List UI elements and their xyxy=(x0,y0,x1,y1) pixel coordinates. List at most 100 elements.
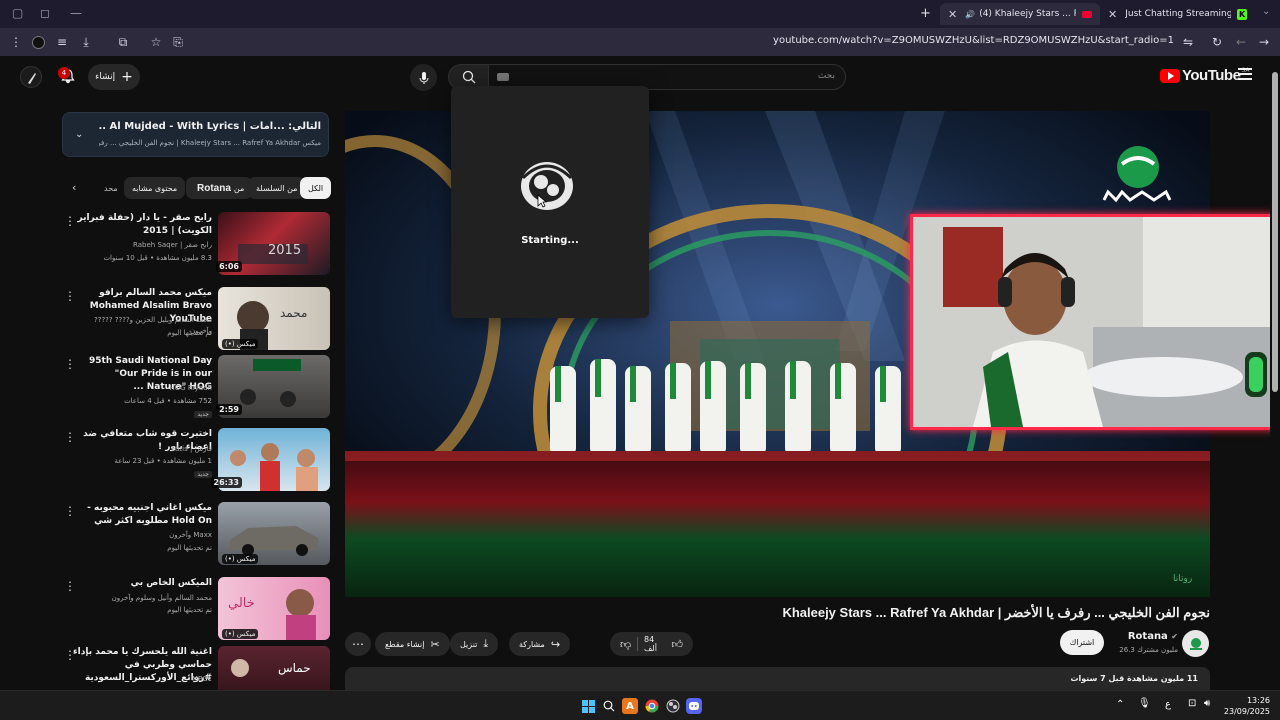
page-scrollbar[interactable] xyxy=(1270,58,1280,698)
close-tab-icon[interactable]: ✕ xyxy=(948,8,957,21)
input-language[interactable]: ع xyxy=(1165,699,1171,710)
microphone-icon xyxy=(419,71,428,84)
create-label: إنشاء xyxy=(95,72,116,82)
channel-avatar[interactable] xyxy=(1182,630,1209,657)
obs-icon[interactable] xyxy=(665,698,681,714)
chip-more[interactable]: محد xyxy=(96,177,126,199)
scrollbar-thumb[interactable] xyxy=(1272,72,1278,392)
channel-name[interactable]: فارس | Faris xyxy=(72,444,212,455)
channel-name[interactable]: MBC1 xyxy=(72,674,212,685)
address-bar-url[interactable]: youtube.com/watch?v=Z9OMUSWZHzU&list=RDZ… xyxy=(773,35,1174,46)
avatar[interactable] xyxy=(20,66,42,88)
playlist-subtitle: ميكس Khaleejy Stars ... Rafref Ya Akhdar… xyxy=(99,139,321,147)
kick-favicon-icon: K xyxy=(1237,8,1247,20)
video-thumbnail[interactable]: حماس xyxy=(218,646,330,690)
extensions-icon[interactable]: ⧉ xyxy=(115,34,131,50)
youtube-logo[interactable]: YouTube SA xyxy=(1160,67,1249,84)
channel-name[interactable]: HOG Riyadh xyxy=(72,383,212,394)
like-icon[interactable]: 👍︎ xyxy=(672,638,684,651)
download-button[interactable]: تنزيل ⤓ xyxy=(450,632,499,656)
subscribe-button[interactable]: اشتراك xyxy=(1060,630,1104,655)
chip-similar[interactable]: محتوى مشابه xyxy=(124,177,186,199)
channel-name[interactable]: Maxx وآخرون xyxy=(72,530,212,541)
minimize-window-icon[interactable]: ▢ xyxy=(12,6,23,20)
clock-time: 13:26 xyxy=(1246,696,1270,705)
channel-name[interactable]: رابح صقر | Rabeh Saqer xyxy=(72,240,212,251)
create-button[interactable]: إنشاء + xyxy=(88,64,140,90)
like-count[interactable]: 84 ألف xyxy=(644,635,665,653)
chevron-left-icon[interactable]: ‹ xyxy=(72,181,76,194)
app-icon-a[interactable]: A xyxy=(622,698,638,714)
discord-icon[interactable] xyxy=(686,698,702,714)
keyboard-icon[interactable] xyxy=(497,73,509,81)
more-menu-icon[interactable]: ⋮ xyxy=(8,34,24,50)
microphone-tray-icon[interactable]: 🎙︎ xyxy=(1138,698,1151,709)
new-tab-icon[interactable]: + xyxy=(920,6,931,21)
video-meta: 752 مشاهدة • قبل 4 ساعات xyxy=(124,397,212,405)
mouse-cursor-icon xyxy=(537,194,547,208)
dislike-icon[interactable]: 👎︎ xyxy=(620,638,631,651)
channel-name-text: Rotana xyxy=(1127,631,1168,642)
volume-icon[interactable]: 🔊︎ xyxy=(1204,698,1210,709)
downloads-icon[interactable]: ⤓ xyxy=(78,34,94,50)
windows-start-icon[interactable] xyxy=(580,698,596,714)
taskbar-search-icon[interactable] xyxy=(601,698,617,714)
search-placeholder: بحث xyxy=(817,71,835,81)
reading-list-icon[interactable]: ≡ xyxy=(54,34,70,50)
hamburger-menu-icon[interactable] xyxy=(1238,68,1252,80)
close-tab-icon[interactable]: ✕ xyxy=(1108,8,1117,21)
tab-kick[interactable]: ✕ Just Chatting Streaming - Live S K xyxy=(1100,3,1255,25)
channel-name[interactable]: Rotana ✔ xyxy=(1128,631,1178,642)
list-item[interactable]: ⋮ اختبرت قوه شاب متعافي ضد اعضاء باور ! … xyxy=(60,428,330,494)
tab-youtube[interactable]: ✕ 🔊 (4) Khaleejy Stars ... Rafref Y xyxy=(940,3,1100,25)
video-title-heading: نجوم الفن الخليجي ... رفرف يا الأخضر | K… xyxy=(782,605,1210,620)
share-button[interactable]: مشاركة ↪ xyxy=(509,632,571,656)
window-menu-icon[interactable]: — xyxy=(70,6,82,20)
list-item[interactable]: ⋮ ميكس محمد السالم برافو Mohamed Alsalim… xyxy=(60,287,330,353)
list-item[interactable]: ⋮ 95th Saudi National Day "Our Pride is … xyxy=(60,355,330,421)
chip-from-rotana[interactable]: Rotana من xyxy=(186,177,253,199)
tab-label: Just Chatting Streaming - Live S xyxy=(1125,9,1232,19)
video-title[interactable]: رابح صقر - يا دار (حفلة فبراير الكويت) |… xyxy=(72,212,212,238)
bookmark-star-icon[interactable]: ☆ xyxy=(148,34,164,50)
duration-badge: 2:59 xyxy=(216,404,242,415)
clip-button[interactable]: إنشاء مقطع ✂ xyxy=(375,632,450,656)
list-item[interactable]: ⋮ ميكس اغاني اجنبيه محبوبه - Hold On مطل… xyxy=(60,502,330,568)
voice-search-button[interactable] xyxy=(410,64,437,91)
chip-all[interactable]: الكل xyxy=(300,177,332,199)
site-settings-icon[interactable]: ⇋ xyxy=(1180,34,1196,50)
restore-window-icon[interactable]: ◻ xyxy=(40,6,50,20)
channel-name[interactable]: محمد السالم وأنيل وسلوم وآخرون xyxy=(72,593,212,604)
system-clock[interactable]: 13:26 23/09/2025 xyxy=(1224,695,1270,717)
list-item[interactable]: ⋮ رابح صقر - يا دار (حفلة فبراير الكويت)… xyxy=(60,212,330,278)
install-app-icon[interactable]: ⎘ xyxy=(170,34,186,50)
video-title[interactable]: ميكس اغاني اجنبيه محبوبه - Hold On مطلوب… xyxy=(72,502,212,528)
chip-from-series[interactable]: من السلسلة xyxy=(248,177,306,199)
like-dislike-group: 👎︎ 84 ألف 👍︎ xyxy=(610,632,693,656)
back-icon[interactable]: → xyxy=(1256,34,1272,50)
network-icon[interactable]: ⊡ xyxy=(1188,698,1196,709)
svg-text:حماس: حماس xyxy=(278,661,311,676)
list-item[interactable]: ⋮ اغنية الله يلحسرك يا محمد بإداء حماسي … xyxy=(60,646,330,690)
tab-list-chevron-icon[interactable]: ⌄ xyxy=(1262,6,1270,17)
forward-icon[interactable]: ← xyxy=(1233,34,1249,50)
new-badge-label: جديد xyxy=(194,411,212,418)
chip-label: الكل xyxy=(308,183,324,193)
filter-chips: ‹ محد محتوى مشابه Rotana من من السلسلة ا… xyxy=(62,177,332,199)
youtube-play-icon xyxy=(1160,68,1180,83)
video-title[interactable]: الميكس الخاص بي xyxy=(72,577,212,590)
youtube-wordmark: YouTube xyxy=(1182,67,1241,84)
show-hidden-icons-icon[interactable]: ⌃ xyxy=(1116,699,1124,710)
divider xyxy=(637,637,639,651)
mix-playlist-header[interactable]: ⌄ التالي: ...امات | Abbas Ibrahem ... Al… xyxy=(62,112,329,157)
more-horizontal-icon: ⋯ xyxy=(352,637,364,651)
chrome-icon[interactable] xyxy=(644,698,660,714)
scissors-icon: ✂ xyxy=(430,637,440,651)
chevron-down-icon[interactable]: ⌄ xyxy=(75,129,83,140)
profile-icon[interactable] xyxy=(30,34,46,50)
more-actions-button[interactable]: ⋯ xyxy=(345,632,371,656)
chip-label-channel: Rotana xyxy=(197,182,231,194)
list-item[interactable]: ⋮ الميكس الخاص بي محمد السالم وأنيل وسلو… xyxy=(60,577,330,643)
download-icon: ⤓ xyxy=(483,637,489,650)
reload-icon[interactable]: ↻ xyxy=(1209,34,1225,50)
